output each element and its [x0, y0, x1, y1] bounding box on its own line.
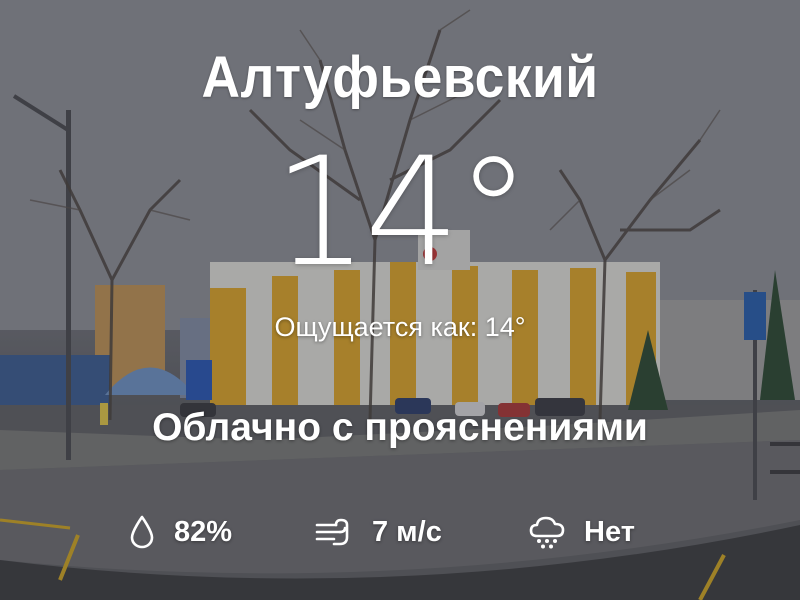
wind-value: 7 м/с [372, 515, 442, 548]
city-name: Алтуфьевский [201, 45, 599, 110]
current-temperature: 14° [273, 126, 531, 300]
weather-card: Алтуфьевский 14° Ощущается как: 14° Обла… [0, 0, 800, 600]
precipitation-value: Нет [584, 515, 635, 548]
droplet-icon [128, 514, 156, 550]
precipitation-stat: Нет [528, 508, 635, 556]
humidity-stat: 82% [128, 508, 232, 556]
wind-stat: 7 м/с [314, 508, 442, 556]
wind-icon [314, 516, 354, 548]
weather-condition: Облачно с прояснениями [152, 406, 648, 449]
humidity-value: 82% [174, 515, 233, 548]
feels-like-temperature: Ощущается как: 14° [274, 312, 526, 342]
weather-stats-row: 82% 7 м/с Нет [0, 508, 800, 556]
cloud-rain-icon [528, 514, 566, 550]
